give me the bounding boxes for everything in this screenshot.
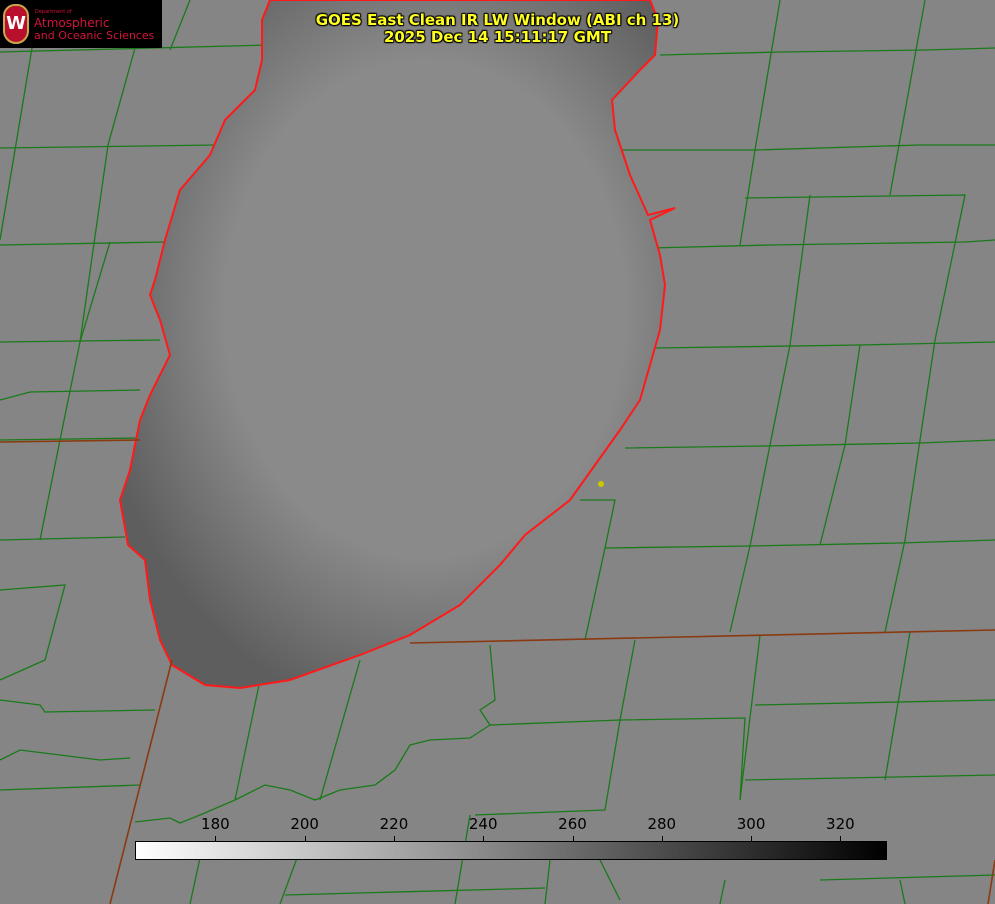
colorbar-tick-label: 240 (468, 815, 498, 833)
ir-map (0, 0, 995, 904)
colorbar-tick-label: 200 (290, 815, 319, 833)
colorbar-tick-mark (751, 836, 753, 842)
colorbar-tick-label: 320 (826, 815, 855, 833)
colorbar-tick-mark (661, 836, 663, 842)
colorbar-tick-label: 220 (379, 815, 409, 833)
lake-michigan (118, 0, 676, 690)
colorbar-tick-mark (840, 836, 842, 842)
title-timestamp: 2025 Dec 14 15:11:17 GMT (383, 28, 612, 46)
colorbar-tick-label: 280 (647, 815, 677, 833)
title-line1: GOES East Clean IR LW Window (ABI ch 13) (315, 11, 680, 29)
colorbar-tick-mark (483, 836, 485, 842)
colorbar-tick-mark (304, 836, 306, 842)
image-title: GOES East Clean IR LW Window (ABI ch 13)… (0, 12, 995, 46)
colorbar-tick-label: 260 (558, 815, 587, 833)
location-marker (598, 481, 604, 487)
colorbar-tick-label: 180 (201, 815, 230, 833)
satellite-image-viewer: W Department of Atmospheric and Oceanic … (0, 0, 995, 904)
colorbar-tick-mark (393, 836, 395, 842)
colorbar-tick-mark (572, 836, 574, 842)
colorbar (135, 841, 887, 860)
colorbar-tick-mark (215, 836, 217, 842)
colorbar-tick-label: 300 (736, 815, 766, 833)
